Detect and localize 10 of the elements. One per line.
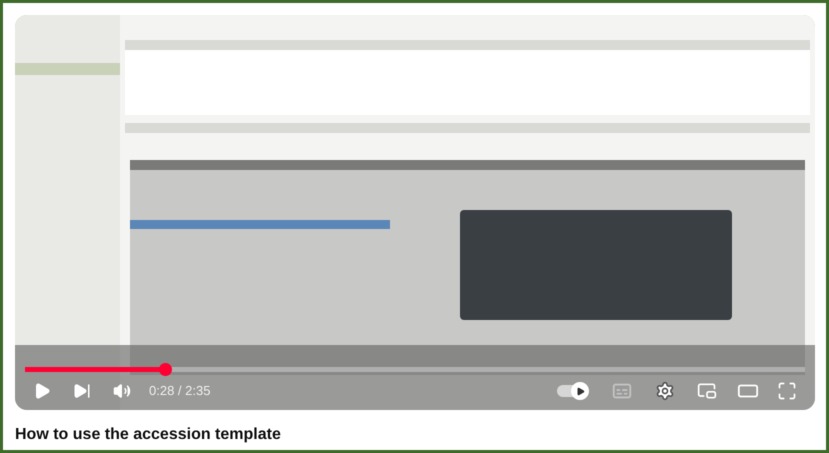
miniplayer-icon[interactable] — [697, 381, 717, 401]
video-title: How to use the accession template — [15, 425, 281, 445]
time-display: 0:28 / 2:35 — [149, 382, 210, 400]
fullscreen-icon[interactable] — [777, 381, 797, 401]
video-player[interactable]: 0:28 / 2:35 — [15, 15, 815, 410]
next-icon[interactable] — [73, 382, 91, 400]
settings-icon[interactable] — [655, 381, 675, 401]
play-icon — [576, 386, 584, 396]
volume-icon[interactable] — [113, 382, 131, 400]
play-icon[interactable] — [33, 382, 51, 400]
